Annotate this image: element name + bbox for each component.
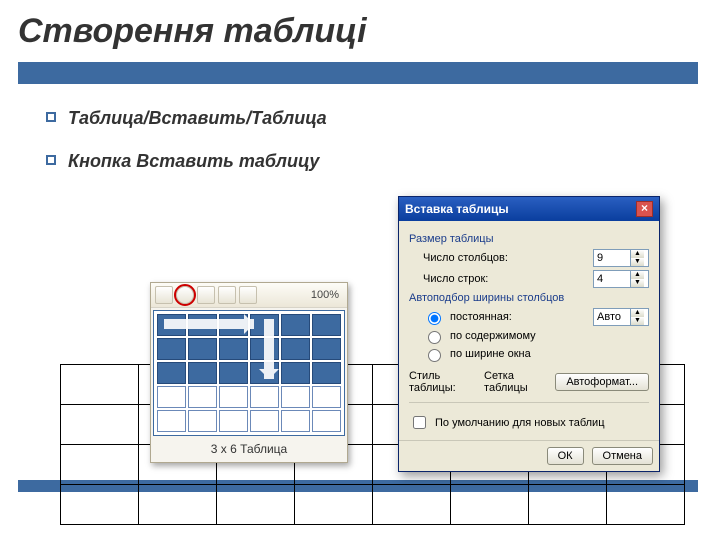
table-cell xyxy=(529,485,607,525)
divider xyxy=(409,402,649,403)
fixed-width-stepper[interactable]: ▲▼ xyxy=(593,308,649,326)
bullet-item: Таблица/Вставить/Таблица xyxy=(46,108,682,129)
table-cell xyxy=(139,485,217,525)
toolbar-spreadsheet-icon[interactable] xyxy=(197,286,215,304)
toolbar-clipboard-icon[interactable] xyxy=(155,286,173,304)
dialog-title-text: Вставка таблицы xyxy=(405,202,509,216)
spin-down-icon[interactable]: ▼ xyxy=(630,317,644,325)
style-label: Стиль таблицы: xyxy=(409,370,478,394)
picker-cell[interactable] xyxy=(281,410,310,432)
bullet-marker-icon xyxy=(46,155,56,165)
spin-up-icon[interactable]: ▲ xyxy=(630,250,644,258)
table-cell xyxy=(451,485,529,525)
radio-content-label: по содержимому xyxy=(450,330,536,342)
rows-label: Число строк: xyxy=(423,273,593,285)
columns-label: Число столбцов: xyxy=(423,252,593,264)
columns-input[interactable] xyxy=(594,252,630,264)
picker-cell[interactable] xyxy=(250,410,279,432)
picker-cell[interactable] xyxy=(219,338,248,360)
fixed-width-input[interactable] xyxy=(594,311,630,323)
picker-cell[interactable] xyxy=(188,362,217,384)
rows-row: Число строк: ▲▼ xyxy=(423,270,649,288)
picker-cell[interactable] xyxy=(250,386,279,408)
radio-fixed-row[interactable]: постоянная: ▲▼ xyxy=(423,308,649,326)
table-cell xyxy=(61,365,139,405)
picker-cell[interactable] xyxy=(312,386,341,408)
picker-cell[interactable] xyxy=(312,338,341,360)
table-cell xyxy=(373,485,451,525)
grid-picker-cells[interactable] xyxy=(153,310,345,436)
ok-button[interactable]: ОК xyxy=(547,447,584,465)
table-cell xyxy=(61,485,139,525)
picker-cell[interactable] xyxy=(281,362,310,384)
rows-input[interactable] xyxy=(594,273,630,285)
table-style-row: Стиль таблицы: Сетка таблицы Автоформат.… xyxy=(409,370,649,394)
picker-cell[interactable] xyxy=(219,410,248,432)
dialog-titlebar[interactable]: Вставка таблицы × xyxy=(399,197,659,221)
insert-table-grid-picker[interactable]: 100% 3 x 6 Таблица xyxy=(150,282,348,463)
table-cell xyxy=(295,485,373,525)
columns-row: Число столбцов: ▲▼ xyxy=(423,249,649,267)
picker-cell[interactable] xyxy=(157,338,186,360)
arrow-right-icon xyxy=(164,319,254,329)
picker-cell[interactable] xyxy=(219,362,248,384)
style-name: Сетка таблицы xyxy=(484,370,549,394)
spin-down-icon[interactable]: ▼ xyxy=(630,279,644,287)
default-check-row[interactable]: По умолчанию для новых таблиц xyxy=(409,413,649,432)
group-autofit-label: Автоподбор ширины столбцов xyxy=(409,292,649,304)
picker-cell[interactable] xyxy=(188,338,217,360)
picker-cell[interactable] xyxy=(188,410,217,432)
bullet-text: Кнопка Вставить таблицу xyxy=(68,151,319,172)
default-checkbox[interactable] xyxy=(413,416,426,429)
bullet-text: Таблица/Вставить/Таблица xyxy=(68,108,327,129)
autoformat-button[interactable]: Автоформат... xyxy=(555,373,649,391)
table-cell xyxy=(607,485,685,525)
insert-table-button[interactable] xyxy=(176,286,194,304)
grid-picker-caption: 3 x 6 Таблица xyxy=(151,438,347,462)
toolbar-pilcrow-icon[interactable] xyxy=(239,286,257,304)
picker-cell[interactable] xyxy=(312,314,341,336)
radio-window-row[interactable]: по ширине окна xyxy=(423,346,649,362)
insert-table-dialog: Вставка таблицы × Размер таблицы Число с… xyxy=(398,196,660,472)
bullet-marker-icon xyxy=(46,112,56,122)
group-size-label: Размер таблицы xyxy=(409,233,649,245)
close-icon[interactable]: × xyxy=(636,201,653,217)
cancel-button[interactable]: Отмена xyxy=(592,447,653,465)
dialog-footer: ОК Отмена xyxy=(399,440,659,471)
table-cell xyxy=(61,405,139,445)
table-cell xyxy=(217,485,295,525)
zoom-level: 100% xyxy=(307,289,343,301)
spin-up-icon[interactable]: ▲ xyxy=(630,309,644,317)
default-check-label: По умолчанию для новых таблиц xyxy=(435,417,605,429)
dialog-body: Размер таблицы Число столбцов: ▲▼ Число … xyxy=(399,221,659,440)
columns-stepper[interactable]: ▲▼ xyxy=(593,249,649,267)
picker-cell[interactable] xyxy=(157,362,186,384)
picker-cell[interactable] xyxy=(312,410,341,432)
picker-cell[interactable] xyxy=(157,386,186,408)
content-frame: Таблица/Вставить/Таблица Кнопка Вставить… xyxy=(18,62,698,492)
picker-cell[interactable] xyxy=(312,362,341,384)
picker-cell[interactable] xyxy=(281,314,310,336)
arrow-down-icon xyxy=(264,319,274,379)
bullet-item: Кнопка Вставить таблицу xyxy=(46,151,682,172)
spin-down-icon[interactable]: ▼ xyxy=(630,258,644,266)
picker-cell[interactable] xyxy=(188,386,217,408)
radio-window[interactable] xyxy=(428,349,441,362)
slide-title: Створення таблиці xyxy=(0,0,720,57)
bullet-list: Таблица/Вставить/Таблица Кнопка Вставить… xyxy=(18,84,698,172)
radio-content[interactable] xyxy=(428,331,441,344)
radio-fixed-label: постоянная: xyxy=(450,311,512,323)
radio-window-label: по ширине окна xyxy=(450,348,531,360)
picker-cell[interactable] xyxy=(281,386,310,408)
table-cell xyxy=(61,445,139,485)
radio-content-row[interactable]: по содержимому xyxy=(423,328,649,344)
picker-cell[interactable] xyxy=(219,386,248,408)
spin-up-icon[interactable]: ▲ xyxy=(630,271,644,279)
picker-cell[interactable] xyxy=(157,410,186,432)
toolbar-columns-icon[interactable] xyxy=(218,286,236,304)
radio-fixed[interactable] xyxy=(428,312,441,325)
rows-stepper[interactable]: ▲▼ xyxy=(593,270,649,288)
picker-toolbar: 100% xyxy=(151,283,347,308)
picker-cell[interactable] xyxy=(281,338,310,360)
